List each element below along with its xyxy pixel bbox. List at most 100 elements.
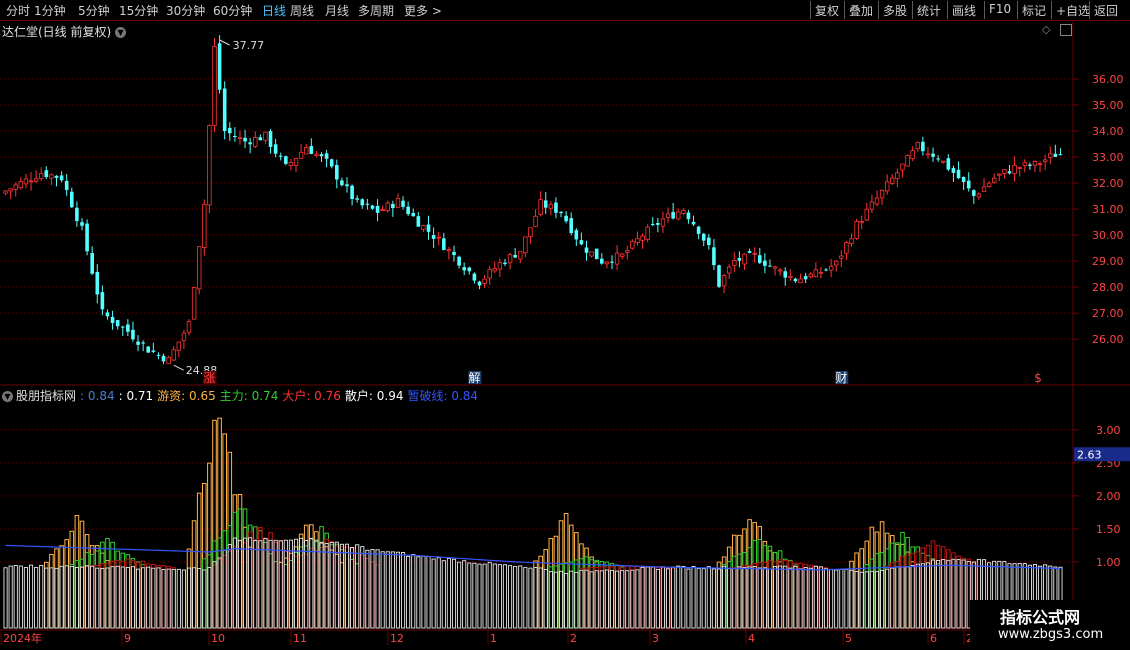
low-annotation-arrow xyxy=(173,364,184,371)
candle-body-down xyxy=(370,205,375,209)
sanhu-bar xyxy=(660,566,666,629)
sanhu-bar xyxy=(604,569,609,629)
candle-body-down xyxy=(233,136,237,138)
candle-body-down xyxy=(757,255,762,263)
sanhu-bar xyxy=(95,567,100,629)
candle-body-up xyxy=(640,235,645,241)
candle-body-up xyxy=(941,160,946,163)
candle-body-down xyxy=(961,176,966,183)
candle-body-up xyxy=(742,253,747,265)
sanhu-bar xyxy=(28,564,34,629)
sanhu-bar xyxy=(915,563,920,629)
candle-body-down xyxy=(54,175,59,178)
sanhu-bar xyxy=(742,567,747,629)
sanhu-bar xyxy=(711,568,716,629)
date-label: 9 xyxy=(124,632,131,645)
candle-body-up xyxy=(630,240,635,249)
candle-body-down xyxy=(375,206,380,213)
candle-body-up xyxy=(263,131,268,141)
sanhu-bar xyxy=(823,568,829,629)
sanhu-bar xyxy=(49,567,54,629)
sanhu-bar xyxy=(528,567,533,629)
sanhu-bar xyxy=(813,565,818,629)
date-label: 2024年 xyxy=(3,631,42,645)
sanhu-bar xyxy=(676,565,681,629)
sanhu-bar xyxy=(854,571,859,629)
candle-body-up xyxy=(635,238,640,243)
sanhu-bar xyxy=(151,567,156,629)
candle-body-up xyxy=(518,251,523,260)
sanhu-bar xyxy=(416,556,421,629)
sanhu-bar xyxy=(462,560,467,629)
sanhu-bar xyxy=(579,569,584,629)
price-tick-label: 30.00 xyxy=(1092,229,1124,242)
sanhu-bar xyxy=(243,537,248,629)
sanhu-bar xyxy=(956,559,961,629)
sanhu-bar xyxy=(441,560,446,629)
candle-body-up xyxy=(482,278,487,284)
sanhu-bar xyxy=(752,566,757,629)
chevron-down-icon[interactable]: ▼ xyxy=(115,27,127,38)
sanhu-bar xyxy=(502,564,508,629)
candle-body-down xyxy=(426,224,431,232)
candle-body-up xyxy=(752,252,757,255)
sanhu-bar xyxy=(839,568,844,629)
sanhu-bar xyxy=(212,561,217,629)
sanhu-bar xyxy=(880,569,885,629)
sanhu-bar xyxy=(64,565,69,629)
sanhu-bar xyxy=(910,565,915,629)
sanhu-bar xyxy=(207,566,212,629)
sanhu-bar xyxy=(248,537,253,629)
sanhu-bar xyxy=(706,566,711,629)
candle-body-down xyxy=(365,203,370,205)
candle-body-down xyxy=(360,199,365,206)
event-marker-text: 财 xyxy=(835,371,847,385)
sanhu-bar xyxy=(355,544,360,629)
sanhu-bar xyxy=(258,540,263,629)
candle-body-up xyxy=(176,341,182,351)
sanhu-bar xyxy=(961,559,966,629)
chevron-down-icon[interactable]: ▼ xyxy=(2,391,13,402)
indicator-value-3: 主力: 0.74 xyxy=(219,389,279,403)
sanhu-bar xyxy=(533,567,538,629)
sanhu-bar xyxy=(395,551,401,629)
sanhu-bar xyxy=(905,566,910,629)
candle-body-down xyxy=(457,256,461,266)
candle-body-up xyxy=(18,181,24,189)
sanhu-bar xyxy=(584,569,589,629)
candle-body-down xyxy=(340,180,344,186)
sanhu-bar xyxy=(237,539,243,629)
sanhu-bar xyxy=(273,539,278,629)
sanhu-bar xyxy=(737,566,742,629)
candle-body-down xyxy=(579,240,584,245)
panel-toggle-icon[interactable] xyxy=(1060,24,1072,36)
candle-body-up xyxy=(676,211,681,220)
candle-body-down xyxy=(156,354,161,356)
candle-body-up xyxy=(1037,163,1043,166)
candle-body-up xyxy=(895,172,900,180)
candle-body-down xyxy=(763,260,767,266)
sanhu-bar xyxy=(686,568,691,629)
candle-body-up xyxy=(237,137,243,139)
candle-body-up xyxy=(986,182,992,187)
sanhu-bar xyxy=(747,566,752,629)
sanhu-bar xyxy=(406,555,411,629)
diamond-icon[interactable]: ◇ xyxy=(1042,23,1050,36)
sanhu-bar xyxy=(936,559,941,629)
sanhu-bar xyxy=(426,556,431,629)
candle-body-down xyxy=(599,258,604,264)
sanhu-bar xyxy=(691,566,696,629)
sanhu-bar xyxy=(783,565,788,629)
price-tick-label: 32.00 xyxy=(1092,177,1124,190)
candle-body-up xyxy=(197,246,202,290)
sanhu-bar xyxy=(523,567,528,629)
candle-body-up xyxy=(181,332,187,341)
sanhu-bar xyxy=(767,568,773,629)
candle-body-down xyxy=(691,221,696,225)
sanhu-bar xyxy=(23,566,28,629)
sanhu-bar xyxy=(59,565,64,629)
candle-body-up xyxy=(507,254,513,264)
sanhu-bar xyxy=(773,565,778,629)
sanhu-bar xyxy=(732,568,737,629)
sanhu-bar xyxy=(574,571,579,629)
